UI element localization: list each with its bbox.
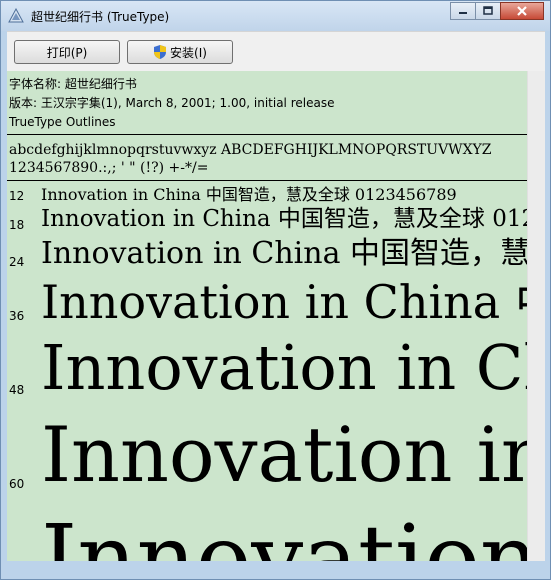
toolbar: 打印(P) 安装(I) [7,31,545,72]
title-bar[interactable]: 超世纪细行书 (TrueType) [1,1,550,31]
size-label: 36 [9,309,25,323]
window-controls [450,2,544,21]
font-viewer-window: 超世纪细行书 (TrueType) 打印(P) 安装(I) 字体名称: 超世纪细… [0,0,551,580]
sample-text: Innovation in China 中国智造，慧及全球 0123456789 [41,185,457,204]
font-preview-pane: 字体名称: 超世纪细行书 版本: 王汉宗字集(1), March 8, 2001… [7,71,527,561]
sample-text: Innovation in China 中国智造，慧及全球 0123456789 [41,236,527,271]
print-button[interactable]: 打印(P) [14,40,120,64]
window-bottom-frame [1,561,550,579]
vertical-scrollbar[interactable] [527,71,545,561]
font-info: 字体名称: 超世纪细行书 版本: 王汉宗字集(1), March 8, 2001… [9,75,334,132]
sample-text: Innovation in China 中国智造，慧及全球 0123456789 [41,410,527,499]
size-label: 18 [9,218,25,232]
size-label: 60 [9,477,25,491]
font-version-text: 版本: 王汉宗字集(1), March 8, 2001; 1.00, initi… [9,96,335,110]
charset-letters: abcdefghijklmnopqrstuvwxyz ABCDEFGHIJKLM… [9,142,492,158]
sample-text: Innovation in China 中国智造，慧及全球 0123456789 [41,505,527,562]
close-button[interactable] [500,2,544,20]
install-button[interactable]: 安装(I) [127,40,233,64]
size-label: 24 [9,255,25,269]
install-button-label: 安装(I) [170,45,207,60]
font-app-icon [8,8,24,23]
divider [7,180,527,181]
uac-shield-icon [154,45,167,59]
maximize-icon [483,6,493,15]
size-label: 12 [9,189,25,203]
charset-preview: abcdefghijklmnopqrstuvwxyz ABCDEFGHIJKLM… [9,141,492,177]
sample-text: Innovation in China 中国智造，慧及全球 0123456789 [41,206,527,232]
maximize-button[interactable] [475,2,501,20]
font-name-text: 字体名称: 超世纪细行书 [9,77,137,91]
charset-digits: 1234567890.:,; ' " (!?) +-*/= [9,160,209,176]
size-label: 48 [9,383,25,397]
font-outline-text: TrueType Outlines [9,115,116,129]
close-icon [517,6,527,16]
print-button-label: 打印(P) [46,45,88,60]
minimize-icon [459,12,467,14]
sample-text: Innovation in China 中国智造，慧及全球 0123456789 [41,275,527,329]
sample-text: Innovation in China 中国智造，慧及全球 0123456789 [41,331,527,404]
minimize-button[interactable] [450,2,476,20]
window-title: 超世纪细行书 (TrueType) [31,10,170,24]
divider [7,134,527,135]
